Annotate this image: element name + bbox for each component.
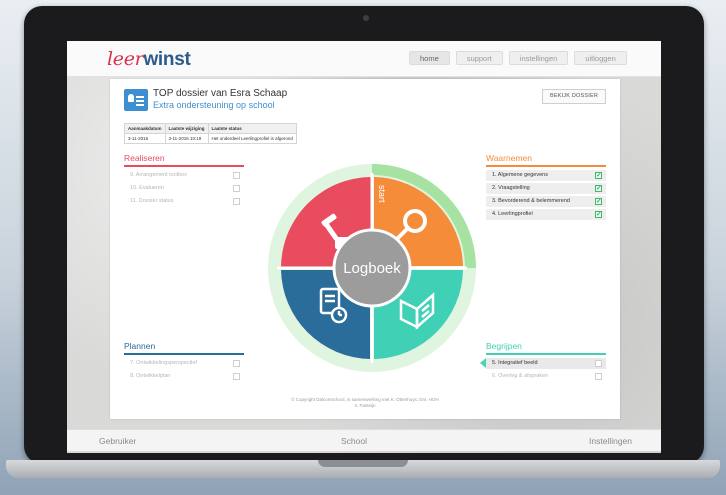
section-plannen: Plannen 7. Ontwikkelingsperspectief 8. O… [124, 341, 244, 384]
step-item-9[interactable]: 9. Arrangement toolbox [124, 170, 244, 181]
table-row: 3-11-2016 3-11-2016 10:19 Het onderdeel … [124, 133, 297, 144]
checkbox-icon[interactable] [233, 198, 240, 205]
start-label: start [377, 185, 387, 203]
checkmark-icon[interactable]: ✓ [595, 185, 602, 192]
screen: leerwinst home support instellingen uitl… [67, 41, 661, 453]
bottom-bar: Gebruiker School Instellingen [67, 429, 661, 451]
laptop-notch [318, 460, 408, 467]
step-item-5[interactable]: 5. Integratief beeld [480, 358, 606, 369]
step-item-1[interactable]: 1. Algemene gegevens ✓ [486, 170, 606, 181]
dossier-card: TOP dossier van Esra Schaap Extra onders… [110, 79, 620, 419]
nav-instellingen[interactable]: instellingen [508, 51, 569, 65]
step-item-4[interactable]: 4. Leerlingprofiel ✓ [486, 209, 606, 220]
nav-support[interactable]: support [455, 51, 503, 65]
checkbox-icon[interactable] [233, 185, 240, 192]
step-item-6[interactable]: 6. Overleg & afspraken [486, 371, 606, 382]
checkmark-icon[interactable]: ✓ [595, 198, 602, 205]
checkbox-icon[interactable] [595, 360, 602, 367]
view-dossier-button[interactable]: BEKIJK DOSSIER [542, 89, 606, 104]
section-title: Begrijpen [486, 341, 606, 355]
section-realiseren: Realiseren 9. Arrangement toolbox 10. Ev… [124, 153, 244, 209]
table-cell: Het onderdeel Leerlingprofiel is afgeron… [207, 133, 297, 144]
section-title: Waarnemen [486, 153, 606, 167]
bottom-link-gebruiker[interactable]: Gebruiker [99, 436, 136, 446]
copyright-text: © Copyright Dalcomschool, in samenwerkin… [291, 397, 439, 408]
table-cell: 3-11-2016 10:19 [164, 133, 209, 144]
checkmark-icon[interactable]: ✓ [595, 211, 602, 218]
top-navigation-bar: leerwinst home support instellingen uitl… [67, 41, 661, 77]
table-header: Aanmaakdatum [124, 123, 166, 134]
bottom-link-instellingen[interactable]: Instellingen [589, 436, 632, 446]
step-item-8[interactable]: 8. Ontwikkelplan [124, 371, 244, 382]
dossier-icon [124, 89, 148, 111]
step-item-7[interactable]: 7. Ontwikkelingsperspectief [124, 358, 244, 369]
checkbox-icon[interactable] [233, 172, 240, 179]
dossier-info-table: Aanmaakdatum Laatste wijziging Laatste s… [124, 123, 297, 144]
dossier-title: TOP dossier van Esra Schaap [153, 88, 288, 99]
camera-icon [363, 15, 369, 21]
checkbox-icon[interactable] [595, 373, 602, 380]
step-item-11[interactable]: 11. Dossier status [124, 196, 244, 207]
section-waarnemen: Waarnemen 1. Algemene gegevens ✓ 2. Vraag… [486, 153, 606, 222]
checkbox-icon[interactable] [233, 373, 240, 380]
phase-wheel: Logboek start [267, 163, 477, 373]
step-item-10[interactable]: 10. Evalueren [124, 183, 244, 194]
main-nav: home support instellingen uitloggen [409, 51, 627, 65]
section-title: Plannen [124, 341, 244, 355]
step-item-2[interactable]: 2. Vraagstelling ✓ [486, 183, 606, 194]
table-header: Laatste wijziging [164, 123, 209, 134]
bottom-link-school[interactable]: School [341, 436, 367, 446]
logbook-label: Logboek [343, 260, 401, 277]
dossier-subtitle: Extra ondersteuning op school [153, 100, 275, 110]
table-cell: 3-11-2016 [124, 133, 166, 144]
nav-home[interactable]: home [409, 51, 450, 65]
checkmark-icon[interactable]: ✓ [595, 172, 602, 179]
section-begrijpen: Begrijpen 5. Integratief beeld 6. Overle… [480, 341, 606, 384]
step-item-3[interactable]: 3. Bevorderend & belemmerend ✓ [486, 196, 606, 207]
section-title: Realiseren [124, 153, 244, 167]
checkbox-icon[interactable] [233, 360, 240, 367]
table-header: Laatste status [207, 123, 297, 134]
nav-uitloggen[interactable]: uitloggen [574, 51, 627, 65]
leerwinst-logo[interactable]: leerwinst [107, 48, 191, 71]
